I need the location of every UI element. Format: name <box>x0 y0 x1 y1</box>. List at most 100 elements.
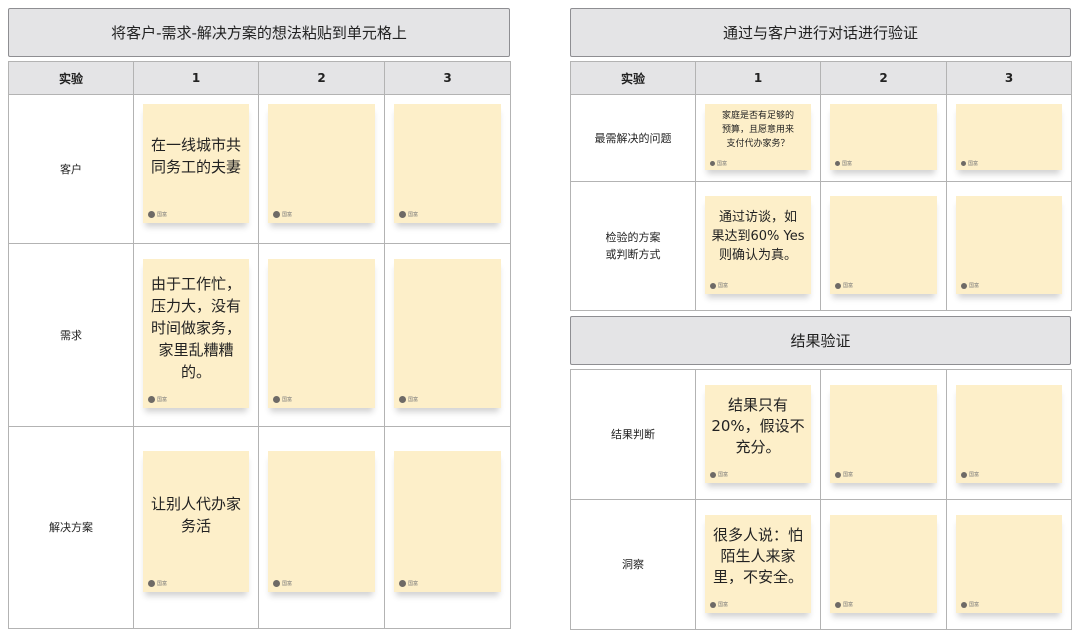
note-author: 国富 <box>273 580 292 587</box>
sticky-note[interactable]: 国富 <box>394 259 501 408</box>
note-author: 国富 <box>148 580 167 587</box>
cell[interactable]: 很多人说：怕 陌生人来家 里，不安全。 国富 <box>695 499 821 630</box>
avatar-icon <box>148 396 155 403</box>
column-header: 3 <box>384 61 511 95</box>
avatar-icon <box>399 211 406 218</box>
sticky-note[interactable]: 国富 <box>956 196 1062 294</box>
row-label: 洞察 <box>570 499 696 630</box>
avatar-icon <box>273 396 280 403</box>
sticky-note[interactable]: 在一线城市共 同务工的夫妻 国富 <box>143 104 249 223</box>
sticky-note[interactable]: 国富 <box>830 104 937 170</box>
row-result-judgment: 结果判断 结果只有 20%，假设不 充分。 国富 国富 国富 <box>570 369 1072 500</box>
result-grid: 结果判断 结果只有 20%，假设不 充分。 国富 国富 国富 洞察 很多人说：怕… <box>570 369 1072 630</box>
row-label: 需求 <box>8 243 134 427</box>
avatar-icon <box>273 580 280 587</box>
cell[interactable]: 国富 <box>946 369 1072 500</box>
note-author: 国富 <box>961 601 979 608</box>
avatar-icon <box>835 161 840 166</box>
cell[interactable]: 国富 <box>384 243 511 427</box>
row-need: 需求 由于工作忙， 压力大，没有 时间做家务， 家里乱糟糟 的。 国富 国富 国… <box>8 243 511 427</box>
cell[interactable]: 家庭是否有足够的 预算，且愿意用来 支付代办家务？ 国富 <box>695 94 821 182</box>
cell[interactable]: 国富 <box>820 94 947 182</box>
avatar-icon <box>399 580 406 587</box>
avatar-icon <box>710 601 716 608</box>
cell[interactable]: 国富 <box>384 426 511 629</box>
note-author: 国富 <box>148 396 167 403</box>
sticky-note[interactable]: 通过访谈，如 果达到60% Yes 则确认为真。 国富 <box>705 196 811 294</box>
row-key-question: 最需解决的问题 家庭是否有足够的 预算，且愿意用来 支付代办家务？ 国富 国富 … <box>570 94 1072 182</box>
sticky-note[interactable]: 国富 <box>268 451 375 592</box>
note-author: 国富 <box>399 211 418 218</box>
column-header: 1 <box>133 61 259 95</box>
row-customer: 客户 在一线城市共 同务工的夫妻 国富 国富 国富 <box>8 94 511 244</box>
note-author: 国富 <box>961 160 978 167</box>
cell[interactable]: 通过访谈，如 果达到60% Yes 则确认为真。 国富 <box>695 181 821 311</box>
note-text: 很多人说：怕 陌生人来家 里，不安全。 <box>712 526 803 586</box>
note-text: 让别人代办家 务活 <box>150 495 241 535</box>
sticky-note[interactable]: 国富 <box>394 104 501 223</box>
note-author: 国富 <box>710 471 728 478</box>
column-header: 2 <box>820 61 947 95</box>
cell[interactable]: 国富 <box>258 94 385 244</box>
column-header: 2 <box>258 61 385 95</box>
avatar-icon <box>710 282 716 289</box>
cell[interactable]: 国富 <box>820 181 947 311</box>
avatar-icon <box>961 471 967 478</box>
avatar-icon <box>273 211 280 218</box>
note-author: 国富 <box>710 282 728 289</box>
note-author: 国富 <box>399 580 418 587</box>
sticky-note[interactable]: 国富 <box>268 259 375 408</box>
cell[interactable]: 让别人代办家 务活 国富 <box>133 426 259 629</box>
sticky-note[interactable]: 国富 <box>268 104 375 223</box>
cell[interactable]: 国富 <box>258 426 385 629</box>
sticky-note[interactable]: 国富 <box>830 196 937 294</box>
note-author: 国富 <box>961 282 979 289</box>
cell[interactable]: 结果只有 20%，假设不 充分。 国富 <box>695 369 821 500</box>
row-solution: 解决方案 让别人代办家 务活 国富 国富 国富 <box>8 426 511 629</box>
header-row: 实验 1 2 3 <box>8 61 511 95</box>
note-author: 国富 <box>961 471 979 478</box>
note-author: 国富 <box>710 601 728 608</box>
left-experiment-grid: 实验 1 2 3 客户 在一线城市共 同务工的夫妻 国富 国富 国富 需求 由于… <box>8 61 511 629</box>
note-author: 国富 <box>835 601 853 608</box>
row-label: 客户 <box>8 94 134 244</box>
row-test-method: 检验的方案 或判断方式 通过访谈，如 果达到60% Yes 则确认为真。 国富 … <box>570 181 1072 311</box>
avatar-icon <box>961 601 967 608</box>
sticky-note[interactable]: 家庭是否有足够的 预算，且愿意用来 支付代办家务？ 国富 <box>705 104 811 170</box>
sticky-note[interactable]: 国富 <box>830 385 937 483</box>
column-header: 1 <box>695 61 821 95</box>
cell[interactable]: 由于工作忙， 压力大，没有 时间做家务， 家里乱糟糟 的。 国富 <box>133 243 259 427</box>
cell[interactable]: 国富 <box>384 94 511 244</box>
sticky-note[interactable]: 国富 <box>830 515 937 613</box>
row-label: 解决方案 <box>8 426 134 629</box>
note-author: 国富 <box>399 396 418 403</box>
avatar-icon <box>835 282 841 289</box>
sticky-note[interactable]: 让别人代办家 务活 国富 <box>143 451 249 592</box>
cell[interactable]: 国富 <box>946 181 1072 311</box>
avatar-icon <box>148 580 155 587</box>
cell[interactable]: 国富 <box>946 499 1072 630</box>
row-insight: 洞察 很多人说：怕 陌生人来家 里，不安全。 国富 国富 国富 <box>570 499 1072 630</box>
column-header: 实验 <box>8 61 134 95</box>
cell[interactable]: 在一线城市共 同务工的夫妻 国富 <box>133 94 259 244</box>
cell[interactable]: 国富 <box>946 94 1072 182</box>
avatar-icon <box>835 471 841 478</box>
note-text: 在一线城市共 同务工的夫妻 <box>150 136 241 176</box>
row-label: 结果判断 <box>570 369 696 500</box>
cell[interactable]: 国富 <box>820 369 947 500</box>
result-board-title: 结果验证 <box>570 316 1071 365</box>
note-author: 国富 <box>148 211 167 218</box>
sticky-note[interactable]: 国富 <box>394 451 501 592</box>
sticky-note[interactable]: 国富 <box>956 515 1062 613</box>
sticky-note[interactable]: 很多人说：怕 陌生人来家 里，不安全。 国富 <box>705 515 811 613</box>
note-author: 国富 <box>835 160 852 167</box>
cell[interactable]: 国富 <box>820 499 947 630</box>
avatar-icon <box>148 211 155 218</box>
sticky-note[interactable]: 国富 <box>956 104 1062 170</box>
sticky-note[interactable]: 国富 <box>956 385 1062 483</box>
cell[interactable]: 国富 <box>258 243 385 427</box>
right-top-board-title: 通过与客户进行对话进行验证 <box>570 8 1071 57</box>
sticky-note[interactable]: 由于工作忙， 压力大，没有 时间做家务， 家里乱糟糟 的。 国富 <box>143 259 249 408</box>
note-author: 国富 <box>835 471 853 478</box>
sticky-note[interactable]: 结果只有 20%，假设不 充分。 国富 <box>705 385 811 483</box>
